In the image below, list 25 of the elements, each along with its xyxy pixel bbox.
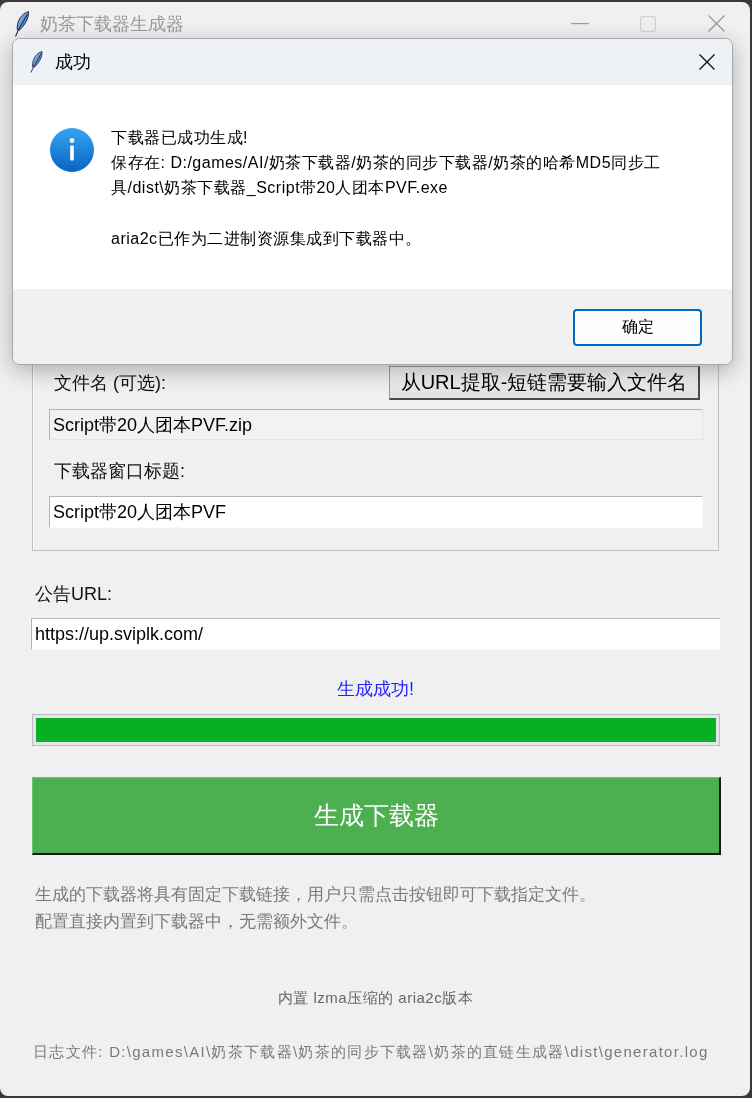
feather-icon (30, 51, 43, 73)
url-field[interactable]: https://up.sviplk.com/ (31, 618, 720, 650)
field-label: 下载器窗口标题: (53, 460, 185, 482)
description-text: 配置直接内置到下载器中，无需额外文件。 (34, 911, 358, 933)
extract-from-url-button[interactable]: 从URL提取-短链需要输入文件名 (389, 366, 700, 400)
ok-button[interactable]: 确定 (573, 309, 702, 346)
minimize-icon (571, 22, 589, 25)
close-icon (699, 54, 715, 70)
field-label: 公告URL: (34, 583, 112, 605)
status-text: 生成成功! (337, 678, 414, 700)
window-title-field[interactable]: Script带20人团本PVF (49, 496, 703, 528)
close-icon (707, 15, 725, 32)
message-text: 保存在: D:/games/AI/奶茶下载器/奶茶的同步下载器/奶茶的哈希MD5同步工具/dist\奶茶下载器_Script带20人团本PVF.exe (111, 153, 662, 198)
dialog-title: 成功 (55, 51, 91, 74)
maximize-icon (640, 15, 656, 32)
message-text: aria2c已作为二进制资源集成到下载器中。 (111, 229, 423, 249)
version-note: 内置 lzma压缩的 aria2c版本 (277, 988, 474, 1008)
log-file-path: 日志文件: D:\games\AI\奶茶下载器\奶茶的同步下载器\奶茶的直链生成器\dist\generator.log (32, 1042, 709, 1062)
info-icon (50, 128, 94, 172)
file-name-field[interactable]: Script带20人团本PVF.zip (49, 409, 703, 440)
window-title: 奶茶下载器生成器 (40, 12, 184, 36)
field-label: 文件名 (可选): (53, 372, 166, 394)
message-text: 下载器已成功生成! (111, 128, 249, 148)
feather-icon (14, 10, 30, 37)
description-text: 生成的下载器将具有固定下载链接，用户只需点击按钮即可下载指定文件。 (34, 884, 596, 906)
